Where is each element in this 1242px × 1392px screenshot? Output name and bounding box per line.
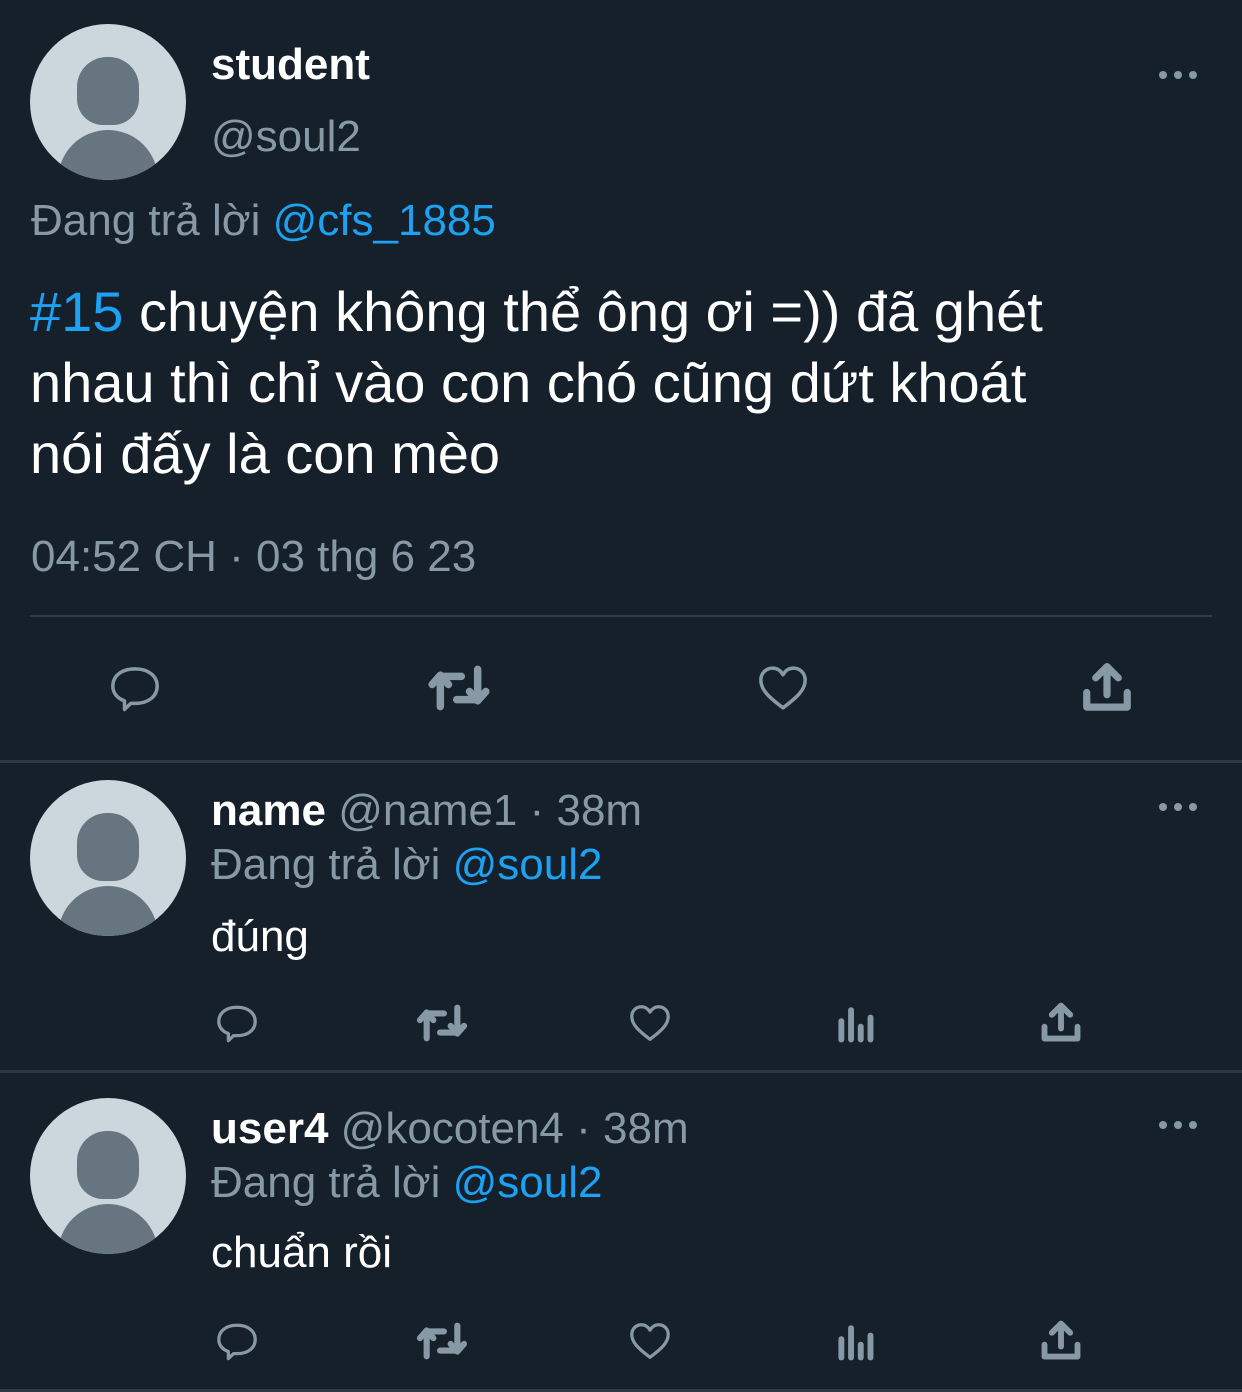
replying-to-label: Đang trả lời [211,1158,441,1207]
avatar-head-shape [77,57,139,125]
tweet-text: #15 chuyện không thể ông ơi =)) đã ghét … [30,276,1043,489]
replying-to-line: Đang trả lời @soul2 [211,1158,602,1208]
author-display-name[interactable]: name [211,786,326,835]
like-icon[interactable] [627,1000,673,1046]
replying-to-mention[interactable]: @soul2 [453,840,603,889]
more-options-icon[interactable] [1159,800,1199,814]
avatar-head-shape [77,813,139,881]
retweet-icon[interactable] [426,660,492,716]
author-handle-and-time[interactable]: @kocoten4 · 38m [341,1104,689,1153]
tweet-timestamp[interactable]: 04:52 CH · 03 thg 6 23 [31,532,476,582]
reply-text: chuẩn rồi [211,1228,393,1277]
replying-to-label: Đang trả lời [211,840,441,889]
avatar-body-shape [58,1204,158,1254]
reply-header: name @name1 · 38m [211,786,642,836]
author-handle-and-time[interactable]: @name1 · 38m [338,786,642,835]
avatar[interactable] [30,780,186,936]
avatar-body-shape [58,130,158,180]
more-options-icon[interactable] [1159,68,1199,82]
author-display-name[interactable]: student [211,40,370,90]
replying-to-mention[interactable]: @soul2 [453,1158,603,1207]
reply-icon[interactable] [214,1318,260,1364]
replying-to-line: Đang trả lời @soul2 [211,840,602,890]
avatar-body-shape [58,886,158,936]
retweet-icon[interactable] [415,1000,469,1046]
reply-text: đúng [211,912,309,961]
replying-to-label: Đang trả lời [31,196,261,245]
share-icon[interactable] [1080,660,1134,716]
reply-icon[interactable] [107,660,163,716]
author-display-name[interactable]: user4 [211,1104,328,1153]
tweet-text-line-2: nhau thì chỉ vào con chó cũng dứt khoát [30,351,1027,414]
retweet-icon[interactable] [415,1318,469,1364]
tweet-text-line-3: nói đấy là con mèo [30,422,501,485]
section-divider [0,1070,1242,1073]
replying-to-line: Đang trả lời @cfs_1885 [31,196,496,246]
avatar[interactable] [30,1098,186,1254]
analytics-icon[interactable] [834,1318,878,1364]
section-divider [0,760,1242,763]
author-handle[interactable]: @soul2 [211,112,361,162]
like-icon[interactable] [627,1318,673,1364]
avatar[interactable] [30,24,186,180]
share-icon[interactable] [1039,1318,1083,1364]
replying-to-mention[interactable]: @cfs_1885 [273,196,496,245]
like-icon[interactable] [754,660,812,716]
reply-icon[interactable] [214,1000,260,1046]
hashtag-link[interactable]: #15 [30,280,123,343]
share-icon[interactable] [1039,1000,1083,1046]
tweet-text-line-1: chuyện không thể ông ơi =)) đã ghét [139,280,1043,343]
analytics-icon[interactable] [834,1000,878,1046]
reply-header: user4 @kocoten4 · 38m [211,1104,689,1154]
more-options-icon[interactable] [1159,1118,1199,1132]
divider [30,615,1212,617]
avatar-head-shape [77,1131,139,1199]
